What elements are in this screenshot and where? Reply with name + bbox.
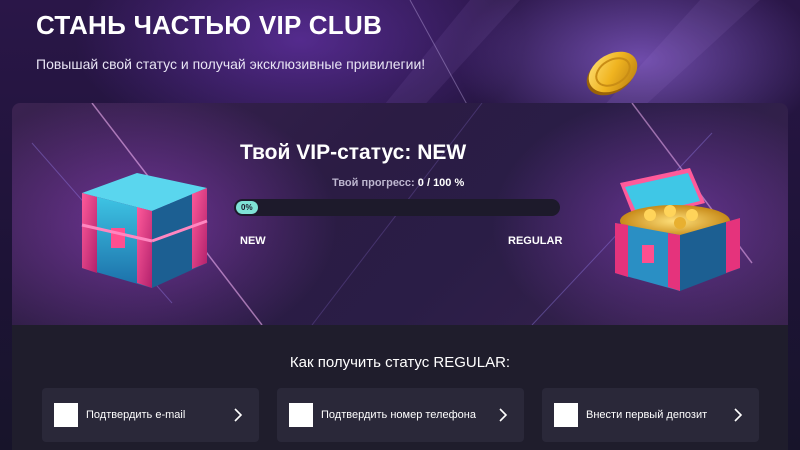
- closed-chest-icon: [81, 173, 208, 288]
- progress-label-text: Твой прогресс:: [332, 177, 415, 189]
- chevron-right-icon: [499, 408, 508, 422]
- chevron-right-icon: [234, 408, 243, 422]
- page-title: СТАНЬ ЧАСТЬЮ VIP CLUB: [36, 10, 383, 40]
- gold-coin-icon: [586, 51, 638, 96]
- next-level-label: REGULAR: [508, 235, 563, 247]
- page-subtitle: Повышай свой статус и получай эксклюзивн…: [36, 56, 426, 72]
- current-level-label: NEW: [240, 235, 266, 247]
- vip-status-title: Твой VIP-статус: NEW: [240, 141, 467, 164]
- task-checkbox[interactable]: [54, 403, 78, 427]
- chevron-right-icon: [734, 408, 743, 422]
- progress-label: Твой прогресс: 0 / 100 %: [332, 177, 464, 189]
- progress-bar: 0%: [234, 199, 560, 216]
- task-label: Подтвердить e-mail: [86, 409, 186, 421]
- task-confirm-email[interactable]: Подтвердить e-mail: [42, 388, 259, 442]
- open-treasure-chest-icon: [615, 168, 740, 291]
- task-checkbox[interactable]: [554, 403, 578, 427]
- task-confirm-phone[interactable]: Подтвердить номер телефона: [277, 388, 524, 442]
- task-label: Внести первый депозит: [586, 409, 708, 421]
- task-first-deposit[interactable]: Внести первый депозит: [542, 388, 759, 442]
- vip-status-card: Твой VIP-статус: NEW Твой прогресс: 0 / …: [12, 103, 788, 325]
- task-checkbox[interactable]: [289, 403, 313, 427]
- progress-value: 0 / 100 %: [417, 177, 465, 189]
- progress-percent-badge: 0%: [236, 201, 258, 214]
- task-label: Подтвердить номер телефона: [321, 409, 476, 421]
- requirements-title: Как получить статус REGULAR:: [289, 354, 511, 371]
